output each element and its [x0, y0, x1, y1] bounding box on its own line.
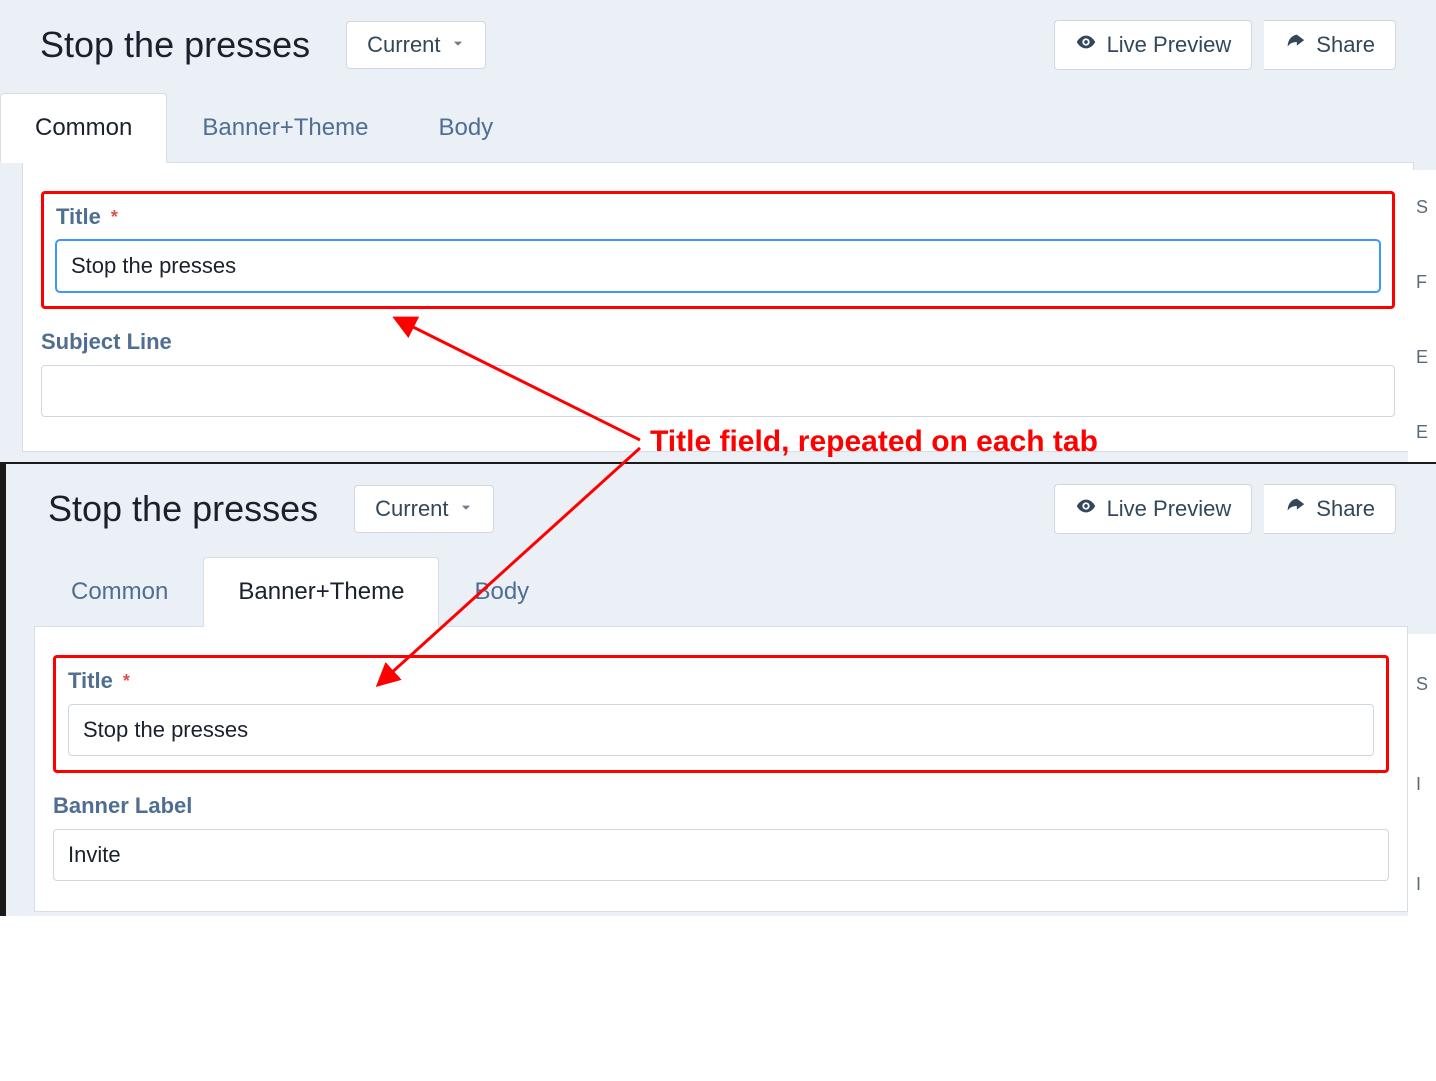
tab-panel-banner: Title * Banner Label	[34, 626, 1408, 912]
tab-panel-common: Title * Subject Line	[22, 162, 1414, 452]
eye-icon	[1075, 31, 1097, 59]
live-preview-label: Live Preview	[1107, 496, 1232, 522]
editor-screenshot-banner: Stop the presses Current Live Preview Sh…	[0, 462, 1436, 916]
title-input[interactable]	[56, 240, 1380, 292]
banner-label-input[interactable]	[53, 829, 1389, 881]
share-label: Share	[1316, 496, 1375, 522]
tab-body[interactable]: Body	[439, 557, 564, 627]
subject-line-label: Subject Line	[41, 329, 1395, 355]
annotation-highlight-box: Title *	[53, 655, 1389, 773]
tab-common[interactable]: Common	[36, 557, 203, 627]
live-preview-button[interactable]: Live Preview	[1054, 484, 1253, 534]
editor-header: Stop the presses Current Live Preview Sh…	[0, 0, 1436, 90]
required-asterisk-icon: *	[111, 207, 118, 228]
tab-banner-theme[interactable]: Banner+Theme	[203, 557, 439, 627]
required-asterisk-icon: *	[123, 671, 130, 692]
share-button[interactable]: Share	[1264, 20, 1396, 70]
page-title: Stop the presses	[48, 488, 318, 530]
version-label: Current	[375, 496, 448, 522]
title-field-label: Title *	[56, 204, 1380, 230]
right-sidebar-peek: SFEE	[1408, 170, 1436, 470]
editor-screenshot-common: Stop the presses Current Live Preview Sh…	[0, 0, 1436, 462]
live-preview-button[interactable]: Live Preview	[1054, 20, 1253, 70]
share-label: Share	[1316, 32, 1375, 58]
share-arrow-icon	[1284, 495, 1306, 523]
subject-line-input[interactable]	[41, 365, 1395, 417]
title-input[interactable]	[68, 704, 1374, 756]
share-arrow-icon	[1284, 31, 1306, 59]
annotation-highlight-box: Title *	[41, 191, 1395, 309]
editor-tabs: Common Banner+Theme Body	[0, 90, 1436, 162]
editor-tabs: Common Banner+Theme Body	[6, 554, 1436, 626]
chevron-down-icon	[451, 37, 465, 54]
chevron-down-icon	[459, 501, 473, 518]
title-label-text: Title	[56, 204, 101, 230]
header-actions: Live Preview Share	[1054, 20, 1396, 70]
editor-header: Stop the presses Current Live Preview Sh…	[6, 464, 1436, 554]
banner-label-label: Banner Label	[53, 793, 1389, 819]
tab-banner-theme[interactable]: Banner+Theme	[167, 93, 403, 163]
page-title: Stop the presses	[40, 24, 310, 66]
header-actions: Live Preview Share	[1054, 484, 1396, 534]
title-label-text: Title	[68, 668, 113, 694]
share-button[interactable]: Share	[1264, 484, 1396, 534]
version-dropdown[interactable]: Current	[346, 21, 485, 69]
tab-body[interactable]: Body	[403, 93, 528, 163]
title-field-label: Title *	[68, 668, 1374, 694]
eye-icon	[1075, 495, 1097, 523]
tab-common[interactable]: Common	[0, 93, 167, 163]
version-dropdown[interactable]: Current	[354, 485, 493, 533]
live-preview-label: Live Preview	[1107, 32, 1232, 58]
right-sidebar-peek: SII	[1408, 634, 1436, 934]
version-label: Current	[367, 32, 440, 58]
